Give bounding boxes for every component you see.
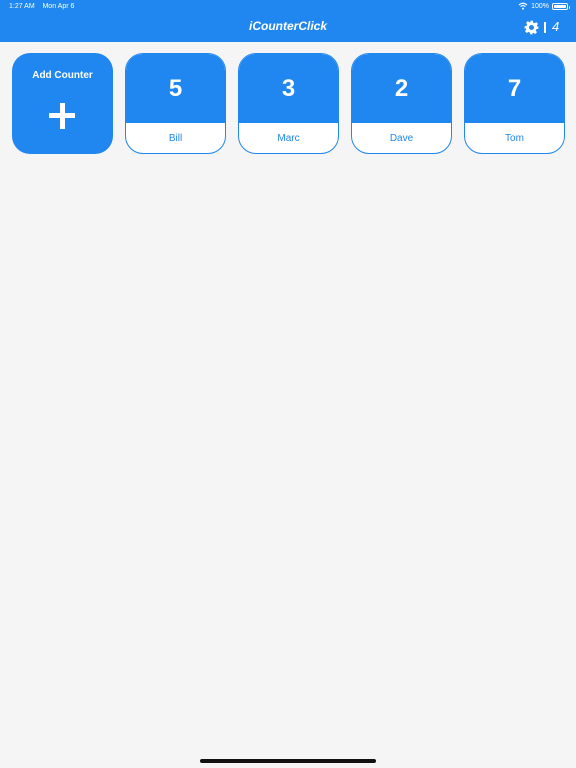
nav-bar: iCounterClick 4: [0, 14, 576, 42]
counter-grid: Add Counter 5 Bill 3 Marc 2 Dave 7 Tom: [12, 53, 565, 154]
gear-icon: [524, 20, 538, 34]
status-time-text: 1:27 AM: [9, 3, 35, 10]
counter-name: Marc: [277, 132, 300, 144]
battery-percent: 100%: [531, 2, 549, 10]
counter-value: 5: [126, 54, 225, 123]
counter-value: 7: [465, 54, 564, 123]
add-counter-button[interactable]: Add Counter: [12, 53, 113, 154]
settings-button[interactable]: [522, 18, 540, 36]
counter-name: Bill: [168, 132, 183, 144]
status-right: 100%: [518, 2, 570, 10]
status-time: 1:27 AM Mon Apr 6: [9, 3, 74, 10]
counter-tile-marc[interactable]: 3 Marc: [238, 53, 339, 154]
counter-name: Tom: [505, 132, 524, 144]
status-bar: 1:27 AM Mon Apr 6 100%: [0, 0, 576, 14]
home-indicator[interactable]: [200, 759, 376, 763]
counter-tile-tom[interactable]: 7 Tom: [464, 53, 565, 154]
status-date-text: Mon Apr 6: [42, 3, 75, 10]
nav-divider: [544, 22, 546, 33]
counter-name: Dave: [389, 132, 414, 144]
battery-icon: [552, 2, 570, 10]
wifi-icon: [518, 2, 528, 10]
counter-value: 3: [239, 54, 338, 123]
add-counter-label: Add Counter: [32, 70, 93, 81]
counter-value: 2: [352, 54, 451, 123]
app-title: iCounterClick: [248, 19, 327, 33]
counter-count: 4: [552, 19, 560, 34]
counter-tile-dave[interactable]: 2 Dave: [351, 53, 452, 154]
counter-tile-bill[interactable]: 5 Bill: [125, 53, 226, 154]
